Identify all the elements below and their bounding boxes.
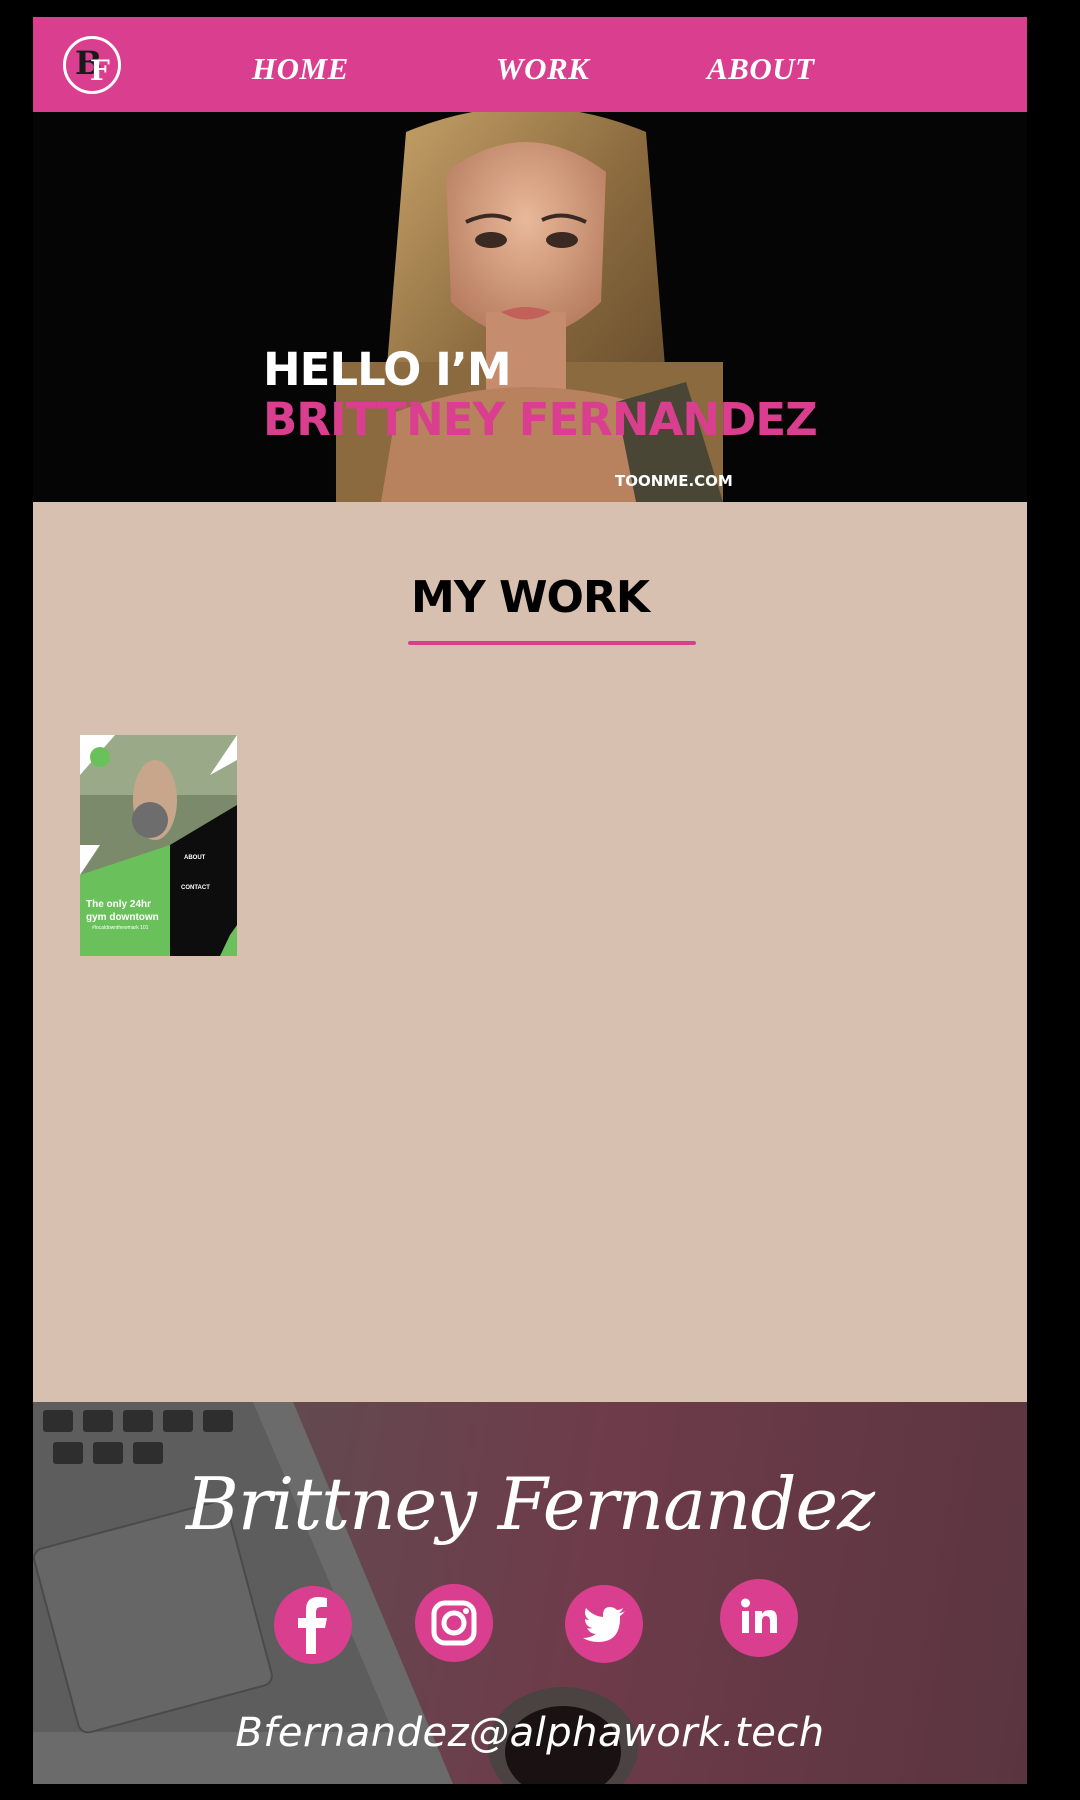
work-section: MY WORK The only 24hr gym downtown #loca… [33,502,1027,1402]
flyer-headline: The only 24hr gym downtown [86,899,159,923]
flyer-subline: #localdownthewmark 101 [92,925,149,931]
facebook-link[interactable] [274,1586,352,1664]
footer-signature: Brittney Fernandez [185,1462,875,1546]
footer-section: Brittney Fernandez Bfernandez@alphawork.… [33,1402,1027,1784]
header-bar: B F HOME WORK ABOUT [33,17,1027,112]
twitter-icon [583,1607,625,1642]
footer-email-link[interactable]: Bfernandez@alphawork.tech [33,1710,1027,1756]
flyer-about-label: ABOUT [184,855,206,861]
hero-greeting: HELLO I’M [263,343,512,396]
site-container: B F HOME WORK ABOUT HELLO I’M BRITTNEY F… [33,0,1027,1800]
logo[interactable]: B F [63,36,121,94]
work-item-gym-flyer[interactable]: The only 24hr gym downtown #localdownthe… [80,735,237,956]
nav-work[interactable]: WORK [496,51,589,87]
twitter-link[interactable] [565,1585,643,1663]
facebook-icon [298,1597,327,1654]
linkedin-icon [741,1598,777,1633]
work-title: MY WORK [411,572,650,623]
nav-about[interactable]: ABOUT [707,51,815,87]
hero-section: HELLO I’M BRITTNEY FERNANDEZ TOONME.COM [33,112,1027,502]
work-title-underline [408,641,696,645]
instagram-link[interactable] [415,1584,493,1662]
flyer-contact-label: CONTACT [181,885,210,891]
nav-home[interactable]: HOME [252,51,349,87]
logo-letter-f: F [90,54,110,87]
hero-credit-watermark: TOONME.COM [615,472,733,490]
instagram-icon [431,1600,477,1646]
linkedin-link[interactable] [720,1579,798,1657]
hero-name: BRITTNEY FERNANDEZ [263,393,818,446]
